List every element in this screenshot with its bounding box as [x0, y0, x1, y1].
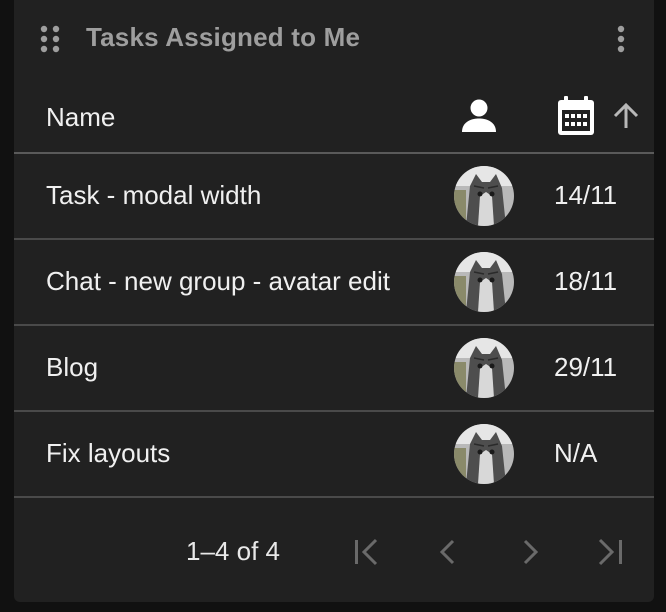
- avatar: [454, 252, 514, 312]
- column-header-name[interactable]: Name: [46, 102, 115, 133]
- task-name: Blog: [46, 352, 99, 382]
- task-date: N/A: [554, 438, 598, 468]
- more-vert-icon[interactable]: [614, 24, 628, 54]
- arrow-up-icon: [612, 102, 640, 130]
- table-row[interactable]: Task - modal width 14/11: [14, 154, 654, 240]
- task-name: Chat - new group - avatar edit: [46, 266, 390, 296]
- table-row[interactable]: Blog 29/11: [14, 326, 654, 412]
- task-date: 29/11: [554, 352, 618, 382]
- task-date: 18/11: [554, 266, 618, 296]
- column-header-date[interactable]: [556, 96, 644, 136]
- pagination: 1–4 of 4: [14, 500, 654, 600]
- table-row[interactable]: Chat - new group - avatar edit 18/11: [14, 240, 654, 326]
- chevron-right-icon[interactable]: [510, 532, 550, 572]
- pagination-range: 1–4 of 4: [186, 536, 280, 566]
- task-list: Task - modal width 14/11 Chat - new grou…: [14, 154, 654, 498]
- task-name: Task - modal width: [46, 180, 262, 210]
- table-header: Name: [14, 80, 654, 154]
- task-name: Fix layouts: [46, 438, 171, 468]
- avatar: [454, 338, 514, 398]
- table-row[interactable]: Fix layouts N/A: [14, 412, 654, 498]
- first-page-icon[interactable]: [348, 532, 388, 572]
- last-page-icon[interactable]: [590, 532, 630, 572]
- tasks-widget: Tasks Assigned to Me Name Task - modal w…: [14, 0, 654, 602]
- avatar: [454, 424, 514, 484]
- task-date: 14/11: [554, 180, 618, 210]
- drag-handle-icon[interactable]: [38, 24, 62, 54]
- person-icon: [460, 98, 498, 134]
- widget-header: Tasks Assigned to Me: [14, 0, 654, 78]
- avatar: [454, 166, 514, 226]
- widget-title: Tasks Assigned to Me: [86, 22, 361, 52]
- chevron-left-icon[interactable]: [428, 532, 468, 572]
- calendar-icon: [556, 96, 596, 136]
